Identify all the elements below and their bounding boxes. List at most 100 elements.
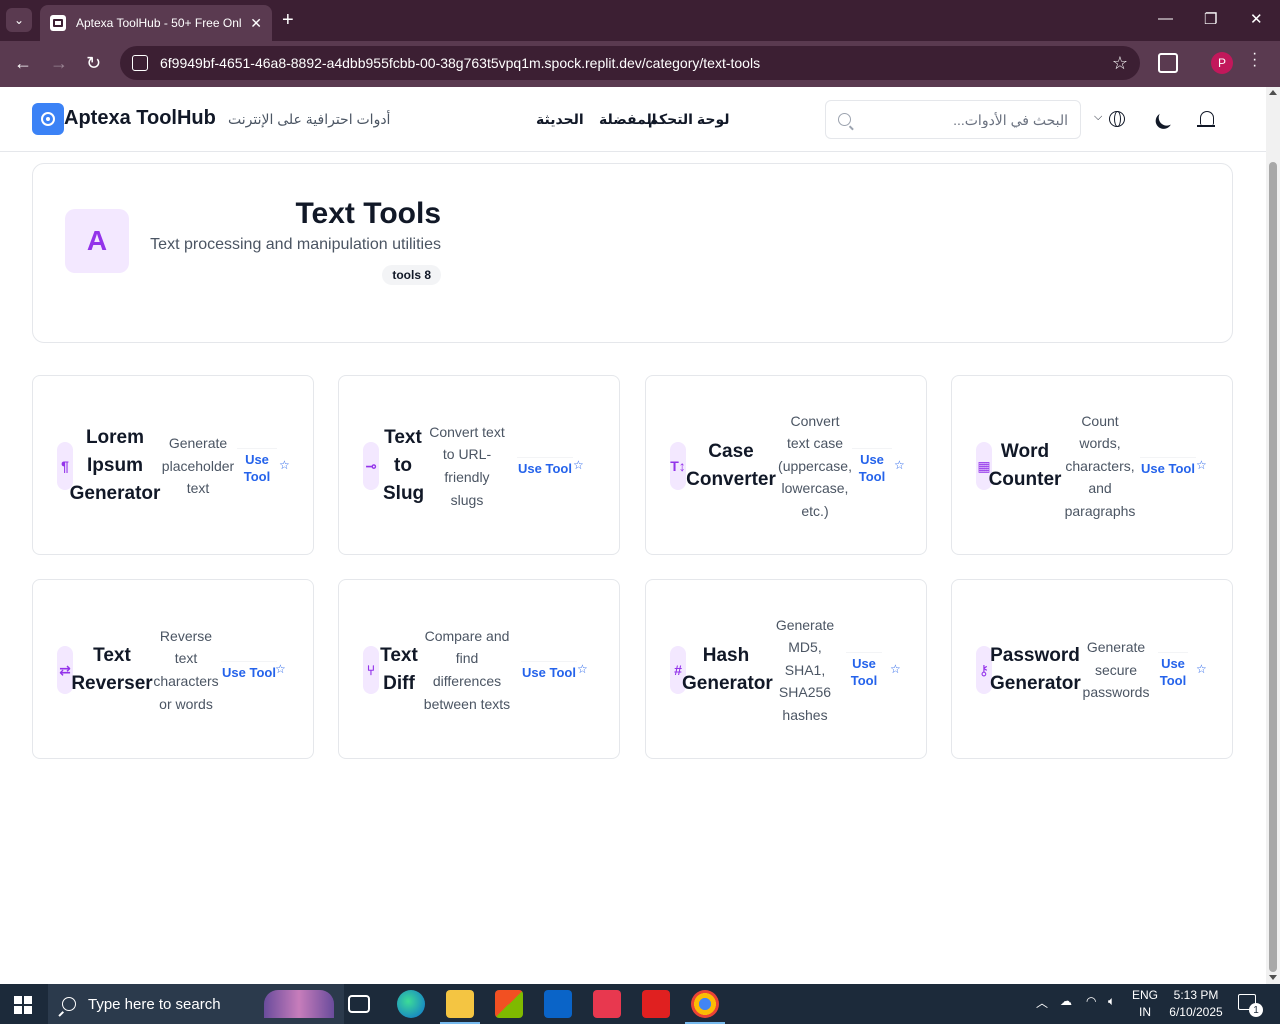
tool-search[interactable] [825,100,1081,139]
file-explorer-icon[interactable] [440,990,480,1024]
nav-dashboard[interactable]: لوحة التحكم [648,111,729,128]
dark-mode-moon-icon[interactable] [1157,107,1178,128]
language-globe-icon[interactable] [1109,111,1125,127]
url-bar[interactable]: 6f9949bf-4651-46a8-8892-a4dbb955fcbb-00-… [120,46,1140,80]
tool-name[interactable]: Text Diff [379,642,419,698]
tool-name[interactable]: Word Counter [988,438,1062,494]
close-window-button[interactable]: ✕ [1250,10,1263,28]
site-info-icon[interactable] [132,55,148,71]
tool-name-line: Word [1000,441,1050,462]
forward-button[interactable]: → [50,53,68,74]
pdf-app-icon[interactable] [642,990,670,1018]
scroll-down-arrow[interactable] [1269,975,1277,980]
tool-name-line: Counter [988,469,1062,490]
scroll-thumb[interactable] [1269,162,1277,972]
tool-description-line: to URL- [442,446,492,463]
restore-button[interactable]: ❐ [1204,10,1217,28]
browser-menu-icon[interactable]: · · · [1252,46,1257,74]
tool-name[interactable]: Text to Slug [383,424,425,508]
tool-card[interactable]: ⇄ Text Reverser Reverse text characters or wor… [32,579,314,759]
address-bar-row: ← → ↻ 6f9949bf-4651-46a8-8892-a4dbb955fc… [0,41,1280,87]
edge-icon[interactable] [397,990,425,1018]
tool-name[interactable]: Hash Generator [682,642,773,698]
search-highlight-image [264,990,334,1018]
use-tool-label: Use [860,452,884,467]
back-button[interactable]: ← [14,53,32,74]
taskbar-search[interactable]: Type here to search [48,984,344,1024]
tool-description-line: hashes [782,706,828,723]
use-tool-button[interactable]: Use Tool [237,448,277,485]
tray-chevron-icon[interactable]: ︿ [1036,994,1048,1011]
chrome-icon[interactable] [685,990,725,1024]
minimize-button[interactable]: — [1158,10,1173,27]
app-icon[interactable] [593,990,621,1018]
tool-name-line: Slug [383,483,425,504]
favorite-star-icon[interactable]: ☆ [1196,662,1207,676]
outlook-icon[interactable] [544,990,572,1018]
notifications-bell-icon[interactable] [1197,111,1215,127]
search-input[interactable] [851,111,1068,128]
tool-card[interactable]: # Hash Generator Generate MD5, SHA1, SHA256 has… [645,579,927,759]
chevron-down-icon[interactable]: ⌵ [1094,111,1102,124]
task-view-icon[interactable] [348,995,370,1013]
tool-description-line: MD5, [788,639,822,656]
favorite-star-icon[interactable]: ☆ [890,662,901,676]
favorite-star-icon[interactable]: ☆ [1196,458,1207,472]
tool-description-line: lowercase, [781,480,849,497]
use-tool-button[interactable]: Use Tool [1140,456,1196,477]
system-clock[interactable]: 5:13 PM 6/10/2025 [1168,987,1224,1021]
brand-name[interactable]: Aptexa ToolHub [64,107,216,130]
nav-recent[interactable]: الحديثة [536,111,584,128]
use-tool-button[interactable]: Use Tool [846,652,882,689]
logo-icon[interactable] [32,103,64,135]
page-scrollbar[interactable] [1266,87,1280,984]
extensions-icon[interactable] [1158,53,1178,73]
tool-card[interactable]: T↕ Case Converter Convert text case (uppercas… [645,375,927,555]
language-indicator[interactable]: ENG IN [1132,987,1158,1021]
reload-button[interactable]: ↻ [86,53,101,74]
use-tool-button[interactable]: Use Tool [221,660,277,681]
tool-name[interactable]: Text Reverser [71,642,153,698]
tool-card[interactable]: ⊸ Text to Slug Convert text to URL-friendly sl… [338,375,620,555]
favorite-star-icon[interactable]: ☆ [894,458,905,472]
use-tool-button[interactable]: Use Tool [852,448,892,485]
use-tool-button[interactable]: Use Tool [517,456,573,477]
tool-name[interactable]: Lorem Ipsum Generator [69,424,161,508]
tool-card[interactable]: ⑂ Text Diff Compare and find differences betwe… [338,579,620,759]
use-tool-button[interactable]: Use Tool [1158,652,1188,689]
taskbar-search-placeholder: Type here to search [88,995,221,1013]
use-tool-button[interactable]: Use Tool [521,660,577,681]
tool-description-line: find [455,650,479,667]
favorite-star-icon[interactable]: ☆ [577,662,588,676]
tool-description-line: Count [1081,412,1119,429]
tool-description-line: Convert text [429,423,505,440]
bookmark-star-icon[interactable]: ☆ [1112,53,1128,74]
tool-card[interactable]: ¶ Lorem Ipsum Generator Generate placeholder t… [32,375,314,555]
start-button[interactable] [14,996,32,1014]
wifi-icon[interactable]: ◠ [1086,994,1096,1008]
microsoft-store-icon[interactable] [495,990,523,1018]
tool-name-line: Text [380,645,418,666]
favorite-star-icon[interactable]: ☆ [279,458,290,472]
browser-tab[interactable]: Aptexa ToolHub - 50+ Free Onl ✕ [40,5,272,41]
url-text[interactable]: 6f9949bf-4651-46a8-8892-a4dbb955fcbb-00-… [160,55,1112,71]
tool-name[interactable]: Case Converter [686,438,776,494]
tool-name-line: Reverser [71,673,153,694]
notification-center-icon[interactable]: 1 [1238,994,1263,1017]
category-header-card: A Text Tools Text processing and manipul… [32,163,1233,343]
scroll-up-arrow[interactable] [1269,90,1277,95]
tool-name[interactable]: Password Generator [990,642,1081,698]
use-tool-label: Use [1161,656,1185,671]
favorite-star-icon[interactable]: ☆ [573,458,584,472]
tool-card[interactable]: ▦ Word Counter Count words, characters, and par… [951,375,1233,555]
tool-description-line: text case [786,435,844,452]
tool-description-line: Compare and [424,627,510,644]
volume-icon[interactable]: 🔈︎ [1108,994,1115,1009]
tool-card[interactable]: ⚷ Password Generator Generate secure password… [951,579,1233,759]
tab-list-button[interactable]: ⌄ [6,8,32,32]
profile-avatar[interactable]: P [1211,52,1233,74]
favorite-star-icon[interactable]: ☆ [275,662,286,676]
tab-close-icon[interactable]: ✕ [250,15,262,32]
new-tab-button[interactable]: + [282,9,294,31]
onedrive-icon[interactable]: ☁ [1060,994,1072,1008]
